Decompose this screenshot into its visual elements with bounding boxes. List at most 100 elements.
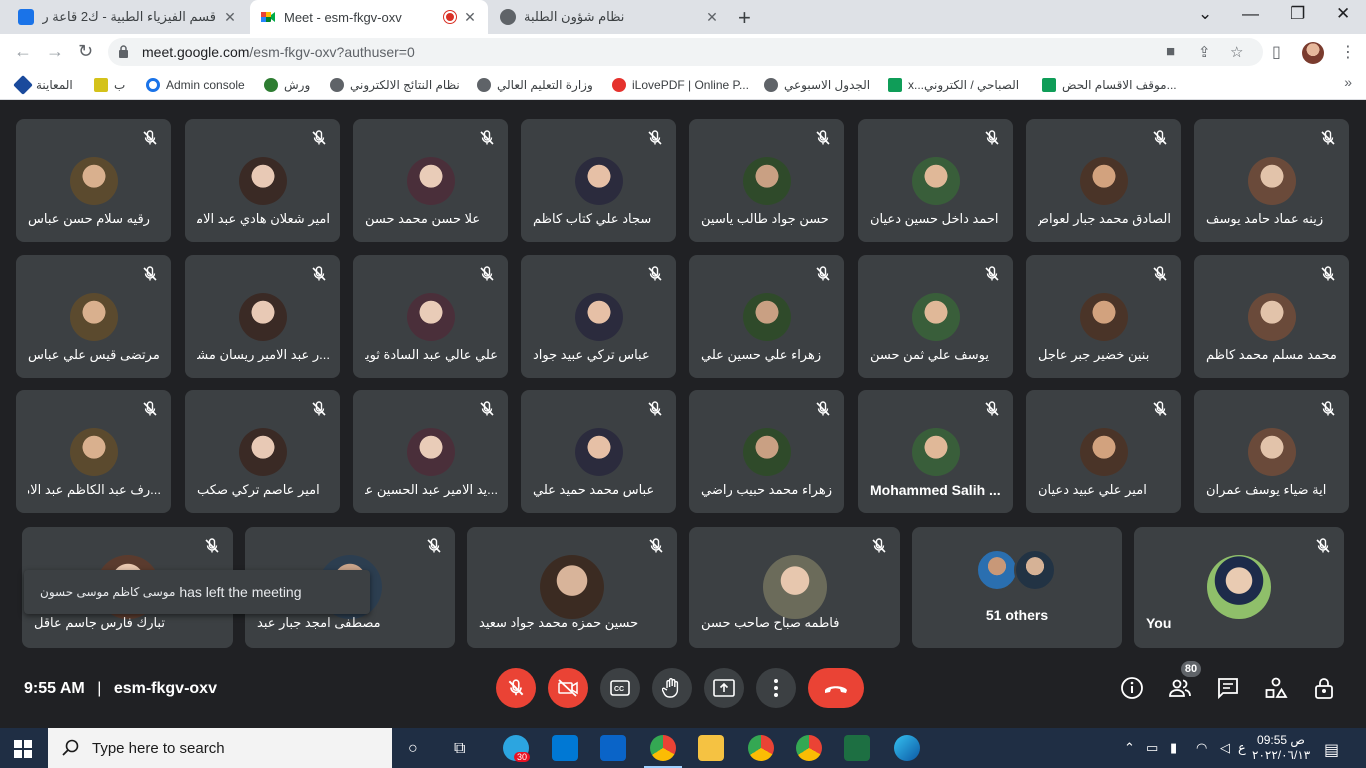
participant-tile[interactable]: اية ضياء يوسف عمران (1194, 390, 1349, 513)
chrome-profile-icon[interactable] (748, 735, 774, 761)
tab-meet[interactable]: Meet - esm-fkgv-oxv ✕ (250, 0, 488, 34)
store-icon[interactable] (552, 735, 578, 761)
participant-tile[interactable]: حسين حمزه محمد جواد سعيد (467, 527, 677, 648)
show-hidden-icons[interactable]: ⌃ (1124, 740, 1135, 756)
participant-tile[interactable]: الصادق محمد جبار لعواص... (1026, 119, 1181, 242)
participant-tile[interactable]: ...يد الامير عبد الحسين علي (353, 390, 508, 513)
file-explorer-icon[interactable] (698, 735, 724, 761)
avatar (1014, 549, 1056, 591)
side-panel-icon[interactable]: ▯ (1272, 42, 1281, 62)
meet-icon (261, 12, 275, 22)
participant-name: يوسف علي ثمن حسن (870, 347, 989, 362)
reload-button[interactable]: ↻ (78, 41, 93, 62)
bookmark-item[interactable]: موقف الاقسام الحض... (1042, 76, 1177, 94)
bookmark-item[interactable]: نظام النتائج الالكتروني (330, 76, 460, 94)
microphone-tray-icon[interactable]: ▮ (1170, 740, 1177, 756)
participant-name: امير شعلان هادي عبد الامير (197, 211, 330, 226)
profile-avatar[interactable] (1302, 42, 1324, 64)
participant-tile[interactable]: فاطمه صباح صاحب حسن (689, 527, 900, 648)
address-bar[interactable]: meet.google.com/esm-fkgv-oxv?authuser=0 … (108, 38, 1263, 66)
mail-icon[interactable] (600, 735, 626, 761)
participant-tile[interactable]: زهراء محمد حبيب راضي (689, 390, 844, 513)
participant-tile[interactable]: ...ر عبد الامير ريسان مشاي (185, 255, 340, 378)
close-tab-icon[interactable]: ✕ (704, 9, 720, 26)
participant-tile[interactable]: Mohammed Salih ... (858, 390, 1013, 513)
self-tile[interactable]: You (1134, 527, 1344, 648)
restore-button[interactable]: ❐ (1290, 4, 1305, 24)
close-tab-icon[interactable]: ✕ (462, 9, 478, 26)
tab-search-icon[interactable]: ⌄ (1198, 4, 1212, 24)
participant-left-toast: موسى كاظم موسى حسون has left the meeting (24, 570, 370, 614)
bookmark-star-icon[interactable]: ☆ (1230, 43, 1243, 61)
input-language[interactable]: ع (1238, 740, 1246, 756)
participant-tile[interactable]: علي عالي عبد السادة ثويني (353, 255, 508, 378)
microphone-toggle-button[interactable] (496, 668, 536, 708)
taskbar-search-box[interactable]: Type here to search (48, 728, 392, 768)
chat-icon[interactable] (1216, 676, 1240, 700)
bookmark-item[interactable]: وزارة التعليم العالي (477, 76, 593, 94)
menu-icon[interactable]: ⋮ (1340, 42, 1356, 62)
cortana-icon[interactable]: ○ (408, 740, 418, 758)
bookmark-item[interactable]: x...الصباحي / الكتروني (888, 76, 1019, 94)
participant-tile[interactable]: محمد مسلم محمد كاظم (1194, 255, 1349, 378)
chrome-icon[interactable] (650, 735, 676, 761)
tab-physics-department[interactable]: قسم الفيزياء الطبية - ك2 قاعة رقم ✕ (8, 0, 248, 34)
participant-tile[interactable]: علا حسن محمد حسن (353, 119, 508, 242)
back-button[interactable]: ← (14, 41, 32, 62)
participant-tile[interactable]: عباس محمد حميد علي (521, 390, 676, 513)
wifi-icon[interactable]: ◠ (1196, 740, 1207, 756)
participant-tile[interactable]: امير علي عبيد دعيان (1026, 390, 1181, 513)
task-view-icon[interactable]: ⧉ (454, 740, 465, 758)
close-window-button[interactable]: ✕ (1336, 4, 1350, 24)
camera-toggle-button[interactable] (548, 668, 588, 708)
people-icon[interactable] (1168, 676, 1192, 700)
battery-icon[interactable]: ▭ (1146, 740, 1158, 756)
edge-icon[interactable] (894, 735, 920, 761)
participant-tile[interactable]: زهراء علي حسين علي (689, 255, 844, 378)
notifications-icon[interactable]: ▤ (1324, 740, 1339, 760)
more-bookmarks-icon[interactable]: » (1344, 74, 1352, 90)
camera-in-use-icon[interactable]: ■ (1166, 43, 1175, 60)
share-icon[interactable]: ⇪ (1198, 43, 1211, 61)
leave-call-button[interactable] (808, 668, 864, 708)
diamond-icon (13, 75, 33, 95)
participant-name: محمد مسلم محمد كاظم (1206, 347, 1337, 362)
bookmark-item[interactable]: iLovePDF | Online P... (612, 76, 749, 94)
volume-icon[interactable]: ◁ (1220, 740, 1230, 756)
others-tile[interactable]: 51 others (912, 527, 1122, 648)
bookmark-item[interactable]: ورش (264, 76, 310, 94)
minimize-button[interactable]: — (1242, 4, 1259, 24)
present-screen-button[interactable] (704, 668, 744, 708)
windows-start-icon[interactable] (14, 740, 32, 758)
bookmark-item[interactable]: الجدول الاسبوعي (764, 76, 870, 94)
bookmark-item[interactable]: المعاينة (13, 75, 73, 95)
camera-off-icon (558, 679, 578, 697)
meeting-details-icon[interactable] (1120, 676, 1144, 700)
excel-icon[interactable] (844, 735, 870, 761)
host-controls-icon[interactable] (1312, 676, 1336, 700)
participant-tile[interactable]: رقيه سلام حسن عباس (16, 119, 171, 242)
participant-tile[interactable]: يوسف علي ثمن حسن (858, 255, 1013, 378)
forward-button[interactable]: → (46, 41, 64, 62)
participant-tile[interactable]: سجاد علي كتاب كاظم (521, 119, 676, 242)
chrome-profile-icon[interactable] (796, 735, 822, 761)
participant-tile[interactable]: احمد داخل حسين دعيان (858, 119, 1013, 242)
activities-icon[interactable] (1264, 676, 1288, 700)
raise-hand-button[interactable] (652, 668, 692, 708)
tab-student-affairs[interactable]: نظام شؤون الطلبة ✕ (490, 0, 730, 34)
new-tab-button[interactable]: + (738, 5, 751, 31)
participant-tile[interactable]: زينه عماد حامد يوسف (1194, 119, 1349, 242)
bookmark-item[interactable]: Admin console (146, 76, 245, 94)
captions-button[interactable]: CC (600, 668, 640, 708)
participant-tile[interactable]: مرتضى قيس علي عباس (16, 255, 171, 378)
participant-tile[interactable]: حسن جواد طالب ياسين (689, 119, 844, 242)
system-clock[interactable]: 09:55 ص ٢٠٢٢/٠٦/١٣ (1252, 733, 1310, 763)
close-tab-icon[interactable]: ✕ (222, 9, 238, 26)
participant-tile[interactable]: عباس تركي عبيد جواد (521, 255, 676, 378)
bookmark-item[interactable]: ب (94, 76, 125, 94)
participant-tile[interactable]: امير عاصم تركي صكب (185, 390, 340, 513)
participant-tile[interactable]: بنين خضير جبر عاجل (1026, 255, 1181, 378)
participant-tile[interactable]: امير شعلان هادي عبد الامير (185, 119, 340, 242)
more-options-button[interactable] (756, 668, 796, 708)
participant-tile[interactable]: ...رف عبد الكاظم عبد الامير (16, 390, 171, 513)
